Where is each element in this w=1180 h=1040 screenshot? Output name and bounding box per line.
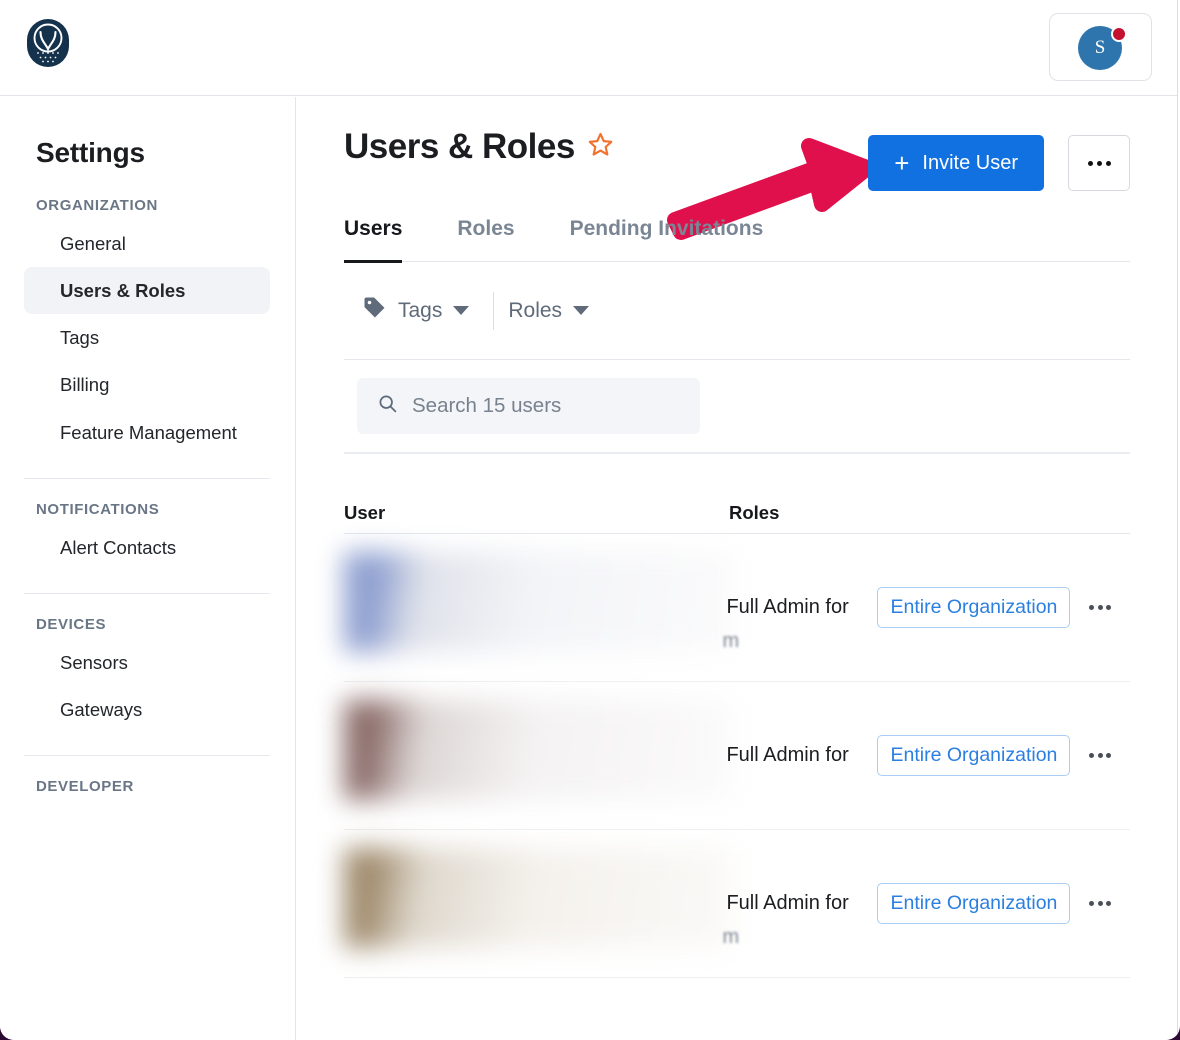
role-cell: Full Admin for m <box>722 890 877 948</box>
ellipsis-icon <box>1106 605 1112 610</box>
sidebar-group-label: ORGANIZATION <box>36 197 158 214</box>
sidebar-item-alert-contacts[interactable]: Alert Contacts <box>24 524 270 571</box>
sidebar-item-users-roles[interactable]: Users & Roles <box>24 267 270 315</box>
ellipsis-icon <box>1096 160 1102 166</box>
browser-viewport: S Settings ORGANIZATION General Users & … <box>0 0 1180 1040</box>
ellipsis-icon <box>1106 901 1112 906</box>
ellipsis-icon <box>1105 160 1111 166</box>
scope-cell: Entire Organization <box>877 883 1071 924</box>
sidebar-item-feature-management[interactable]: Feature Management <box>24 409 270 456</box>
page-title-text: Users & Roles <box>344 127 575 166</box>
sidebar-divider <box>24 477 270 479</box>
sidebar-group-organization: ORGANIZATION General Users & Roles Tags … <box>0 197 295 456</box>
users-table: User Roles Full Admin for m Entire Organ… <box>344 454 1130 978</box>
filter-roles-label: Roles <box>508 298 563 322</box>
sidebar-item-tags[interactable]: Tags <box>24 314 270 361</box>
plus-icon: + <box>894 148 910 178</box>
sidebar-item-general[interactable]: General <box>24 220 270 267</box>
account-menu-button[interactable]: S <box>1049 13 1152 81</box>
redacted-user-info <box>344 700 734 800</box>
invite-user-button[interactable]: + Invite User <box>868 135 1044 191</box>
table-row[interactable]: Full Admin for m Entire Organization <box>344 830 1130 978</box>
sidebar-group-label: NOTIFICATIONS <box>36 500 160 518</box>
sidebar-divider <box>24 755 270 756</box>
tab-users[interactable]: Users <box>344 217 403 263</box>
filter-tags-label: Tags <box>398 298 443 322</box>
redacted-user-info <box>344 848 734 948</box>
chevron-down-icon <box>573 306 590 315</box>
filter-tags[interactable]: Tags <box>344 295 493 326</box>
role-label: Full Admin for <box>726 595 849 618</box>
sidebar-group-notifications: NOTIFICATIONS Alert Contacts <box>0 501 295 571</box>
role-label: Full Admin for <box>726 891 849 914</box>
table-row[interactable]: Full Admin for m Entire Organization <box>344 534 1130 682</box>
search-box[interactable] <box>357 378 700 434</box>
sidebar-divider <box>24 592 270 594</box>
row-actions-button[interactable] <box>1070 753 1130 758</box>
filter-bar: Tags Roles <box>344 262 1130 360</box>
viewport-right-border <box>1177 0 1178 1040</box>
ellipsis-icon <box>1089 753 1095 758</box>
table-row[interactable]: Full Admin for Entire Organization <box>344 682 1130 830</box>
tag-icon <box>362 295 387 326</box>
ellipsis-icon <box>1097 753 1103 758</box>
ellipsis-icon <box>1097 901 1103 906</box>
sidebar-group-devices: DEVICES Sensors Gateways <box>0 616 295 733</box>
sidebar-group-label: DEVELOPER <box>36 778 134 795</box>
top-bar: S <box>0 0 1177 96</box>
table-header-row: User Roles <box>344 454 1130 534</box>
chevron-down-icon <box>453 306 470 315</box>
star-outline-icon[interactable] <box>587 127 614 167</box>
page-header: Users & Roles + Invite User <box>297 97 1177 240</box>
page-title: Users & Roles <box>344 127 614 167</box>
tab-pending-invitations[interactable]: Pending Invitations <box>570 217 764 263</box>
redacted-user-info <box>344 552 734 652</box>
invite-user-label: Invite User <box>922 151 1018 174</box>
ellipsis-icon <box>1097 605 1103 610</box>
owl-logo-icon[interactable] <box>26 18 70 68</box>
search-icon <box>377 393 398 419</box>
tab-roles[interactable]: Roles <box>457 217 514 263</box>
role-label: Full Admin for <box>726 743 849 766</box>
role-cell: Full Admin for m <box>722 594 877 652</box>
role-cell: Full Admin for <box>726 742 877 770</box>
user-cell <box>344 830 734 977</box>
scope-chip[interactable]: Entire Organization <box>877 883 1071 924</box>
sidebar-group-developer: DEVELOPER <box>0 778 295 795</box>
ellipsis-icon <box>1087 160 1093 166</box>
scope-cell: Entire Organization <box>877 587 1071 628</box>
user-cell <box>344 682 734 829</box>
ellipsis-icon <box>1106 753 1112 758</box>
ellipsis-icon <box>1089 605 1095 610</box>
row-actions-button[interactable] <box>1070 605 1130 610</box>
avatar[interactable]: S <box>1078 26 1127 72</box>
filter-roles[interactable]: Roles <box>494 299 613 323</box>
column-header-roles: Roles <box>729 501 780 523</box>
main-content: Users & Roles + Invite User Users Roles … <box>297 97 1177 1040</box>
scope-chip[interactable]: Entire Organization <box>877 735 1071 776</box>
sidebar-item-sensors[interactable]: Sensors <box>24 639 270 686</box>
page-more-actions-button[interactable] <box>1068 135 1130 191</box>
notification-dot <box>1111 26 1127 42</box>
search-area <box>344 360 1130 452</box>
sidebar-item-billing[interactable]: Billing <box>24 361 270 408</box>
scope-chip[interactable]: Entire Organization <box>877 587 1071 628</box>
redacted-role-suffix: m <box>722 925 740 948</box>
ellipsis-icon <box>1089 901 1095 906</box>
settings-sidebar: Settings ORGANIZATION General Users & Ro… <box>0 97 296 1040</box>
redacted-role-suffix: m <box>722 629 740 652</box>
sidebar-title: Settings <box>36 137 145 168</box>
scope-cell: Entire Organization <box>877 735 1071 776</box>
sidebar-item-gateways[interactable]: Gateways <box>24 686 270 733</box>
sidebar-group-label: DEVICES <box>36 615 107 633</box>
user-cell <box>344 534 734 681</box>
row-actions-button[interactable] <box>1070 901 1130 906</box>
search-input[interactable] <box>412 394 680 418</box>
column-header-user: User <box>344 501 386 523</box>
tab-bar: Users Roles Pending Invitations <box>344 217 1130 263</box>
